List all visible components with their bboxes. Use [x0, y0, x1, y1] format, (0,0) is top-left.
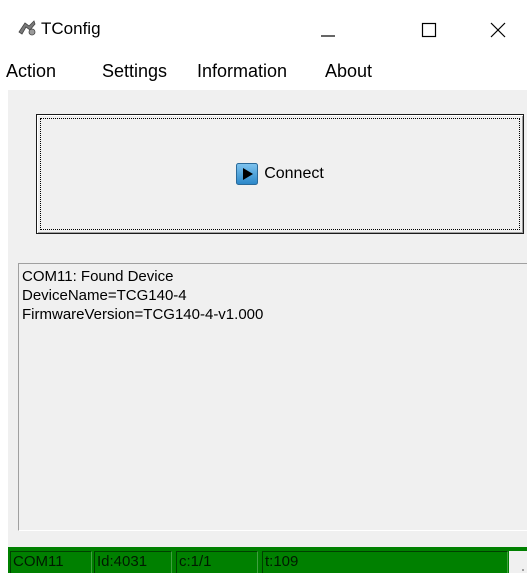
status-port: COM11: [10, 551, 92, 573]
status-id: Id:4031: [94, 551, 172, 573]
window-title: TConfig: [41, 19, 101, 38]
status-c: c:1/1: [176, 551, 258, 573]
play-icon: [236, 163, 259, 185]
menu-settings[interactable]: Settings: [102, 61, 167, 82]
connect-button-content: Connect: [37, 115, 523, 233]
menu-information[interactable]: Information: [197, 61, 287, 82]
status-bar: COM11 Id:4031 c:1/1 t:109: [8, 547, 527, 573]
connect-button[interactable]: Connect: [36, 114, 524, 234]
status-t: t:109: [262, 551, 508, 573]
close-icon: [490, 22, 506, 38]
log-line: DeviceName=TCG140-4: [22, 287, 187, 304]
size-grip-icon: [522, 569, 524, 571]
menu-action[interactable]: Action: [6, 61, 56, 82]
maximize-icon: [421, 22, 437, 38]
log-output[interactable]: COM11: Found Device DeviceName=TCG140-4 …: [18, 263, 527, 531]
connect-label: Connect: [264, 165, 324, 182]
size-grip[interactable]: [509, 551, 527, 573]
tconfig-window: TConfig Action Settings Information Abou…: [0, 0, 527, 573]
minimize-icon: [321, 35, 335, 37]
app-icon: [17, 18, 37, 38]
menu-about[interactable]: About: [325, 61, 372, 82]
log-line: FirmwareVersion=TCG140-4-v1.000: [22, 306, 264, 323]
log-line: COM11: Found Device: [22, 268, 174, 285]
minimize-button[interactable]: [299, 0, 357, 60]
title-bar[interactable]: TConfig: [0, 0, 527, 54]
close-button[interactable]: [469, 0, 527, 60]
menu-bar: Action Settings Information About: [0, 54, 527, 88]
maximize-button[interactable]: [400, 0, 458, 60]
